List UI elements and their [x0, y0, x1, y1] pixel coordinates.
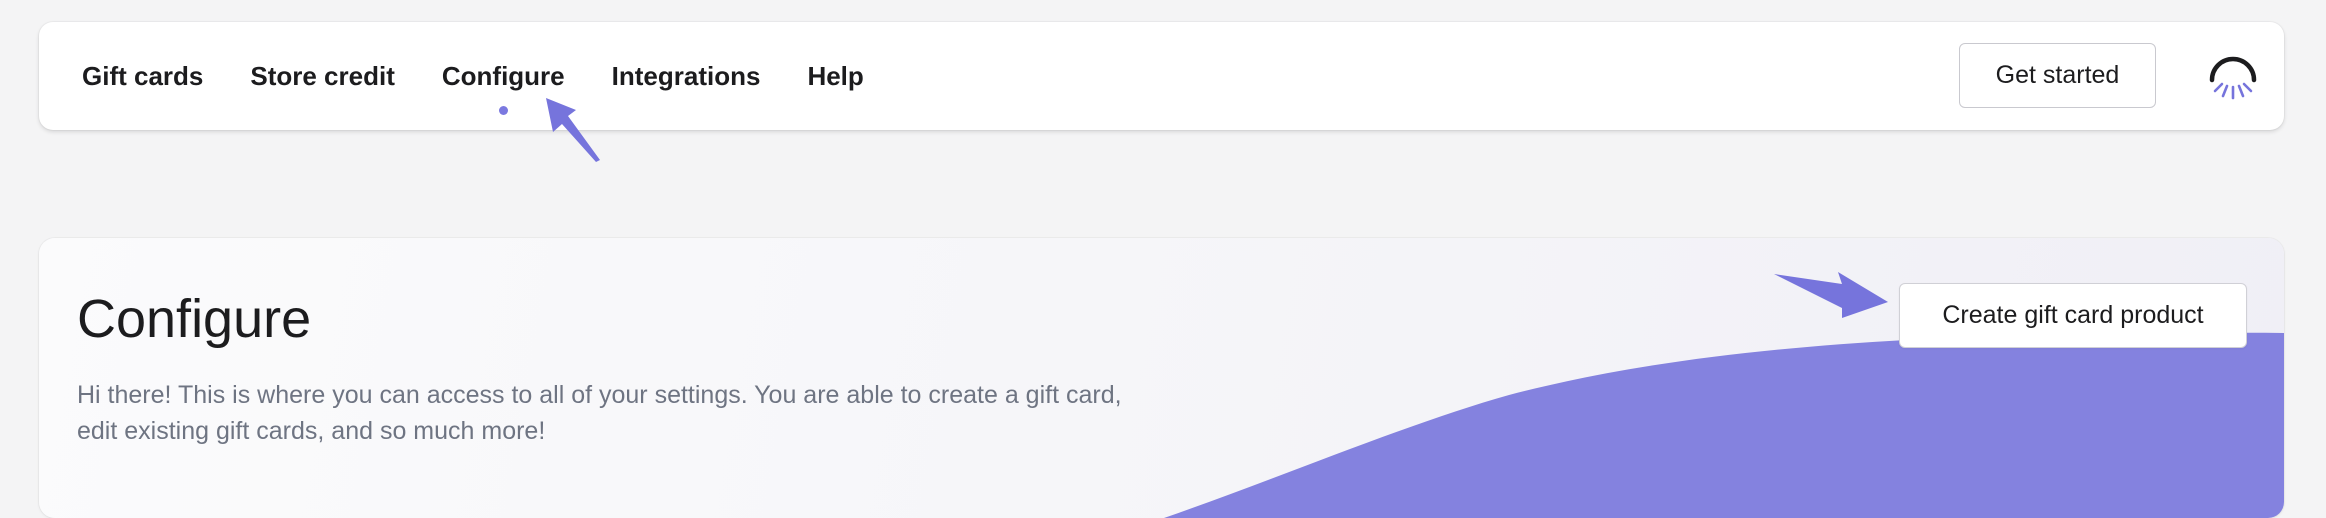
nav-item-label: Integrations	[611, 60, 761, 91]
configure-card: Configure Hi there! This is where you ca…	[39, 238, 2284, 518]
get-started-button[interactable]: Get started	[1959, 43, 2156, 108]
create-gift-card-product-button[interactable]: Create gift card product	[1899, 283, 2247, 348]
nav-item-label: Help	[807, 60, 864, 91]
nav-item-label: Gift cards	[82, 60, 204, 91]
active-nav-indicator	[499, 105, 509, 115]
page-title: Configure	[77, 289, 312, 349]
nav-item-label: Store credit	[250, 60, 395, 91]
nav-item-label: Configure	[441, 60, 565, 91]
page-description: Hi there! This is where you can access t…	[77, 381, 1122, 445]
nav-item-gift-cards[interactable]: Gift cards	[82, 61, 203, 92]
nav-item-configure[interactable]: Configure	[441, 60, 565, 115]
nav-item-store-credit[interactable]: Store credit	[250, 61, 395, 92]
sunrise-logo-icon[interactable]	[2207, 52, 2259, 102]
top-navigation-bar: Gift cards Store credit Configure Integr…	[39, 22, 2284, 130]
nav-item-help[interactable]: Help	[807, 61, 863, 92]
nav-item-integrations[interactable]: Integrations	[612, 61, 761, 92]
main-nav: Gift cards Store credit Configure Integr…	[82, 22, 864, 130]
